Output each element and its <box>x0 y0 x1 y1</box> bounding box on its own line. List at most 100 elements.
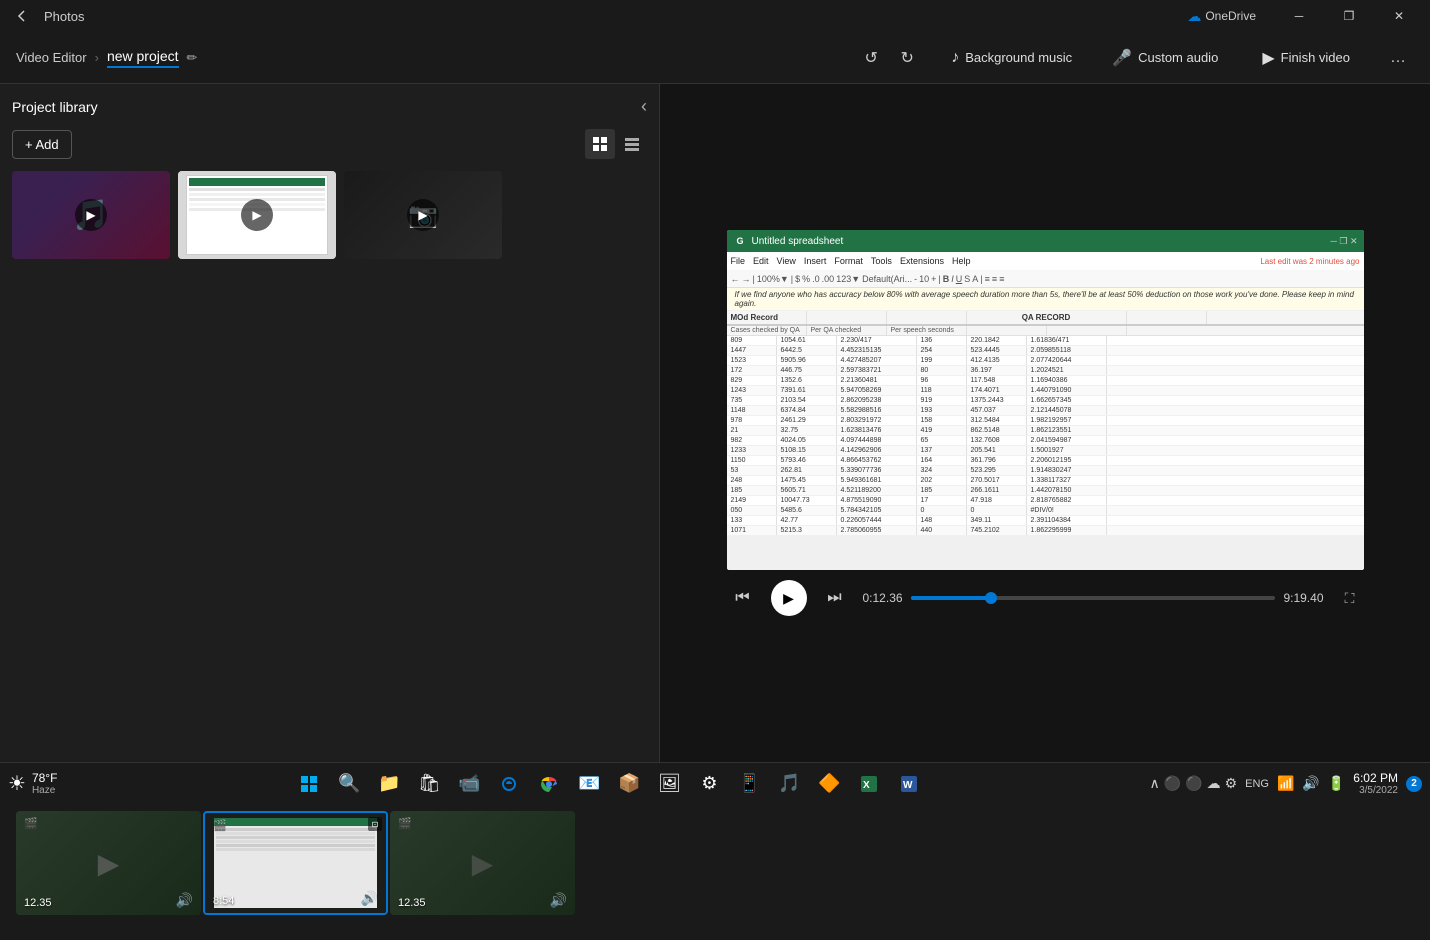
previous-frame-button[interactable]: ⏮ <box>727 582 759 614</box>
background-music-label: Background music <box>965 50 1072 65</box>
edit-project-name-icon[interactable]: ✏ <box>187 50 198 66</box>
clip-1-duration: 12.35 <box>24 897 52 909</box>
edge-button[interactable] <box>491 766 527 802</box>
tray-icon-3: ⚙ <box>1225 775 1238 792</box>
audio-icon: 🎤 <box>1112 48 1132 68</box>
main-layout: Project library ‹ + Add <box>0 84 1430 762</box>
wifi-icon[interactable]: 📶 <box>1277 775 1294 792</box>
library-controls: + Add <box>12 129 647 159</box>
onedrive-indicator[interactable]: ☁ OneDrive <box>1187 8 1256 25</box>
svg-text:X: X <box>863 780 870 791</box>
undo-redo-group: ↺ ↻ <box>855 42 923 74</box>
custom-audio-button[interactable]: 🎤 Custom audio <box>1100 42 1230 74</box>
weather-desc: Haze <box>32 785 57 796</box>
vlc-button[interactable]: 🔶 <box>811 766 847 802</box>
notification-badge[interactable]: 2 <box>1406 776 1422 792</box>
clip-3-audio-icon: 🔊 <box>550 892 567 909</box>
clock-date: 3/5/2022 <box>1353 785 1398 796</box>
progress-fill <box>911 596 991 600</box>
teams-button[interactable]: 📹 <box>451 766 487 802</box>
spreadsheet-preview: G Untitled spreadsheet ─ ❐ ✕ FileEditVie… <box>727 230 1364 570</box>
breadcrumb-separator: › <box>95 50 99 65</box>
progress-bar[interactable] <box>911 596 1276 600</box>
view-toggle <box>585 129 647 159</box>
project-name: new project <box>107 48 179 68</box>
taskbar-apps: 🔍 📁 🛍 📹 📧 📦 🖼 ⚙ 📱 🎵 🔶 <box>69 766 1149 802</box>
play-button[interactable]: ▶ <box>771 580 807 616</box>
progress-container: 0:12.36 9:19.40 <box>863 591 1324 605</box>
background-music-button[interactable]: ♪ Background music <box>939 43 1084 73</box>
clip-2-audio-icon: 🔊 <box>361 890 378 907</box>
media-grid: 🎵 ▶ <box>12 171 647 259</box>
spreadsheet-titlebar: G Untitled spreadsheet ─ ❐ ✕ <box>727 230 1364 252</box>
clip-2-video-icon: 🎬 <box>213 819 227 832</box>
clip-1-audio-icon: 🔊 <box>176 892 193 909</box>
file-explorer-button[interactable]: 📁 <box>371 766 407 802</box>
phone-link-button[interactable]: 📱 <box>731 766 767 802</box>
spreadsheet-menubar: FileEditViewInsert FormatToolsExtensions… <box>727 252 1364 270</box>
finish-video-button[interactable]: ▶ Finish video <box>1246 42 1366 74</box>
dropbox-button[interactable]: 📦 <box>611 766 647 802</box>
photos-taskbar-button[interactable]: 🖼 <box>651 766 687 802</box>
media-thumb-2[interactable]: ▶ <box>178 171 336 259</box>
clip-1[interactable]: ▶ 🎬 12.35 🔊 <box>16 811 201 915</box>
search-button[interactable]: 🔍 <box>331 766 367 802</box>
library-title: Project library <box>12 99 98 115</box>
clip-2-duration: 8:54 <box>213 895 234 907</box>
tray-icon-2: ⚫ <box>1185 775 1202 792</box>
progress-thumb <box>985 592 997 604</box>
media-thumb-3[interactable]: 📷 ▶ <box>344 171 502 259</box>
title-bar-left: Photos <box>8 2 84 30</box>
weather-icon: ☀ <box>8 771 26 796</box>
tray-icon-1: ⚫ <box>1164 775 1181 792</box>
taskbar-left: ☀ 78°F Haze <box>8 771 69 796</box>
fullscreen-button[interactable]: ⛶ <box>1336 584 1364 612</box>
language-indicator[interactable]: ENG <box>1245 778 1269 790</box>
clip-2[interactable]: ⊡ 🎬 8:54 🔊 <box>203 811 388 915</box>
redo-button[interactable]: ↻ <box>891 42 923 74</box>
settings-button[interactable]: ⚙ <box>691 766 727 802</box>
close-button[interactable]: ✕ <box>1376 0 1422 32</box>
more-options-button[interactable]: … <box>1382 42 1414 74</box>
video-editor-breadcrumb[interactable]: Video Editor <box>16 50 87 65</box>
clip-1-video-icon: 🎬 <box>24 817 38 830</box>
excel-button[interactable]: X <box>851 766 887 802</box>
finish-video-icon: ▶ <box>1262 48 1274 68</box>
clip-3[interactable]: ▶ 🎬 12.35 🔊 <box>390 811 575 915</box>
media-thumb-1[interactable]: 🎵 ▶ <box>12 171 170 259</box>
word-button[interactable]: W <box>891 766 927 802</box>
start-button[interactable] <box>291 766 327 802</box>
title-bar: Photos ☁ OneDrive ─ ❐ ✕ <box>0 0 1430 32</box>
back-button[interactable] <box>8 2 36 30</box>
chrome-button[interactable] <box>531 766 567 802</box>
taskbar: ☀ 78°F Haze 🔍 📁 🛍 📹 <box>0 762 1430 804</box>
weather-widget[interactable]: ☀ 78°F Haze <box>8 771 57 796</box>
minimize-button[interactable]: ─ <box>1276 0 1322 32</box>
clock-time: 6:02 PM <box>1353 771 1398 785</box>
clip-3-video-icon: 🎬 <box>398 817 412 830</box>
microsoft-store-button[interactable]: 🛍 <box>411 766 447 802</box>
spreadsheet-title: Untitled spreadsheet <box>752 236 844 247</box>
restore-button[interactable]: ❐ <box>1326 0 1372 32</box>
undo-button[interactable]: ↺ <box>855 42 887 74</box>
collapse-sidebar-button[interactable]: ‹ <box>641 96 647 117</box>
volume-icon[interactable]: 🔊 <box>1302 775 1319 792</box>
app-title: Photos <box>44 9 84 24</box>
spreadsheet-content: FileEditViewInsert FormatToolsExtensions… <box>727 252 1364 570</box>
mail-button[interactable]: 📧 <box>571 766 607 802</box>
custom-audio-label: Custom audio <box>1138 50 1218 65</box>
weather-temp: 78°F <box>32 771 57 785</box>
preview-area: G Untitled spreadsheet ─ ❐ ✕ FileEditVie… <box>660 84 1430 762</box>
media-player-button[interactable]: 🎵 <box>771 766 807 802</box>
current-time: 0:12.36 <box>863 591 903 605</box>
list-view-button[interactable] <box>617 129 647 159</box>
onedrive-tray-icon[interactable]: ☁ <box>1207 775 1221 792</box>
library-header: Project library ‹ <box>12 96 647 117</box>
next-frame-button[interactable]: ⏭ <box>819 582 851 614</box>
grid-view-button[interactable] <box>585 129 615 159</box>
add-media-button[interactable]: + Add <box>12 130 72 159</box>
clock[interactable]: 6:02 PM 3/5/2022 <box>1353 771 1398 796</box>
taskbar-right: ∧ ⚫ ⚫ ☁ ⚙ ENG 📶 🔊 🔋 6:02 PM 3/5/2022 2 <box>1149 771 1422 796</box>
video-controls: ⏮ ▶ ⏭ 0:12.36 9:19.40 ⛶ <box>727 580 1364 616</box>
tray-expand-icon[interactable]: ∧ <box>1149 775 1159 792</box>
